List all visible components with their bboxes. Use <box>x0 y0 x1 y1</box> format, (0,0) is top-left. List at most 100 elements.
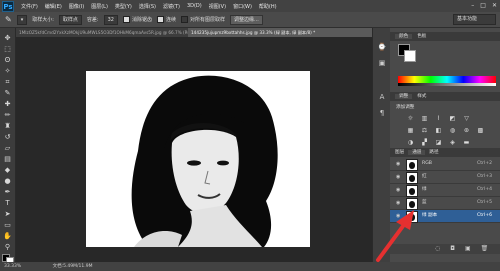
portrait-silhouette <box>131 75 278 247</box>
minimize-icon[interactable]: – <box>471 2 474 9</box>
sample-all-layers-checkbox[interactable]: 对所有图层取样 <box>181 16 225 23</box>
tab-adjustments[interactable]: 调整 <box>395 94 413 99</box>
character-panel-icon[interactable]: A <box>377 92 387 102</box>
eye-icon[interactable]: ◉ <box>396 187 400 193</box>
new-channel-icon[interactable]: ▣ <box>465 244 471 254</box>
dodge-tool-icon[interactable]: ● <box>3 177 12 186</box>
menu-file[interactable]: 文件(F) <box>21 3 38 10</box>
refine-edge-button[interactable]: 调整边缘... <box>230 14 263 25</box>
menu-layer[interactable]: 图层(L) <box>91 3 108 10</box>
tool-preset-picker[interactable]: ▾ <box>16 14 28 25</box>
options-bar: ✎ ▾ 取样大小: 取样点 容差: 32 消除锯齿 连续 对所有图层取样 调整边… <box>0 12 500 28</box>
selective-color-icon[interactable]: ◈ <box>448 138 457 147</box>
tab-layers[interactable]: 图层 <box>395 150 404 155</box>
menu-help[interactable]: 帮助(H) <box>259 3 277 10</box>
eye-icon[interactable]: ◉ <box>396 213 400 219</box>
menu-image[interactable]: 图像(I) <box>69 3 84 10</box>
menu-3d[interactable]: 3D(D) <box>187 3 202 9</box>
exposure-icon[interactable]: ◩ <box>448 114 457 123</box>
panel-icon-strip: ⌚ ▣ A ¶ <box>372 28 391 262</box>
contiguous-checkbox[interactable]: 连续 <box>157 16 176 23</box>
invert-icon[interactable]: ◑ <box>406 138 415 147</box>
grayscale-ramp[interactable] <box>398 83 496 86</box>
channel-shortcut: Ctrl+3 <box>477 174 492 179</box>
history-brush-icon[interactable]: ↺ <box>3 133 12 142</box>
black-white-icon[interactable]: ◧ <box>434 126 443 135</box>
load-selection-icon[interactable]: ◌ <box>435 244 440 254</box>
channel-row-red[interactable]: ◉ 红 Ctrl+3 <box>390 171 500 184</box>
menu-edit[interactable]: 编辑(E) <box>45 3 62 10</box>
zoom-level[interactable]: 33.33% <box>4 264 21 269</box>
tab-channels[interactable]: 通道 <box>408 150 426 155</box>
threshold-icon[interactable]: ◪ <box>434 138 443 147</box>
menu-type[interactable]: 类型(Y) <box>115 3 132 10</box>
channel-mixer-icon[interactable]: ⊛ <box>462 126 471 135</box>
eye-icon[interactable]: ◉ <box>396 200 400 206</box>
photo-filter-icon[interactable]: ◍ <box>448 126 457 135</box>
color-panel-header: 颜色 色板 <box>390 32 500 41</box>
posterize-icon[interactable]: ▞ <box>420 138 429 147</box>
channel-row-rgb[interactable]: ◉ RGB Ctrl+2 <box>390 158 500 171</box>
channel-row-green-copy[interactable]: ◉ 绿 副本 Ctrl+6 <box>390 210 500 223</box>
close-icon[interactable]: ✕ <box>492 2 497 9</box>
crop-tool-icon[interactable]: ⌗ <box>3 78 12 87</box>
brightness-icon[interactable]: ☼ <box>406 114 415 123</box>
eye-icon[interactable]: ◉ <box>396 174 400 180</box>
channel-name: 绿 副本 <box>422 213 438 218</box>
eyedropper-icon[interactable]: ✎ <box>3 89 12 98</box>
document-tab-1[interactable]: 1MIzOZ5kfdCmd2YxkXzMOkjU9uMWLS5O3Df1OHkM… <box>16 28 189 37</box>
paragraph-panel-icon[interactable]: ¶ <box>377 108 387 118</box>
eyedropper-tool-icon[interactable]: ✎ <box>5 15 12 24</box>
save-selection-icon[interactable]: ◘ <box>450 244 455 254</box>
blur-tool-icon[interactable]: ◆ <box>3 166 12 175</box>
tab-paths[interactable]: 路径 <box>429 150 438 155</box>
zoom-tool-icon[interactable]: ⚲ <box>3 243 12 252</box>
hand-tool-icon[interactable]: ✋ <box>3 232 12 241</box>
channel-row-green[interactable]: ◉ 绿 Ctrl+4 <box>390 184 500 197</box>
tolerance-input[interactable]: 32 <box>103 14 118 25</box>
move-tool-icon[interactable]: ✥ <box>3 34 12 43</box>
tab-swatches[interactable]: 色板 <box>417 34 426 39</box>
tools-panel: ✥ ⬚ ʘ ✧ ⌗ ✎ ✚ ✏ ♜ ↺ ▱ ▤ ◆ ● ✒ T ➤ ▭ ✋ ⚲ <box>0 28 16 263</box>
delete-channel-icon[interactable]: 🗑 <box>481 244 489 254</box>
channel-row-blue[interactable]: ◉ 蓝 Ctrl+5 <box>390 197 500 210</box>
tab-styles[interactable]: 样式 <box>417 94 426 99</box>
lasso-tool-icon[interactable]: ʘ <box>3 56 12 65</box>
gradient-map-icon[interactable]: ▬ <box>462 138 471 147</box>
history-panel-icon[interactable]: ⌚ <box>377 42 387 52</box>
pen-tool-icon[interactable]: ✒ <box>3 188 12 197</box>
antialias-checkbox[interactable]: 消除锯齿 <box>122 16 152 23</box>
menu-window[interactable]: 窗口(W) <box>233 3 252 10</box>
channel-name: RGB <box>422 161 432 166</box>
menu-view[interactable]: 视图(V) <box>209 3 226 10</box>
gradient-tool-icon[interactable]: ▤ <box>3 155 12 164</box>
healing-brush-icon[interactable]: ✚ <box>3 100 12 109</box>
vibrance-icon[interactable]: ▽ <box>462 114 471 123</box>
workspace-select[interactable]: 基本功能 <box>453 14 496 25</box>
color-spectrum[interactable] <box>398 76 496 83</box>
color-balance-icon[interactable]: ⚖ <box>420 126 429 135</box>
hue-saturation-icon[interactable]: ▦ <box>406 126 415 135</box>
shape-tool-icon[interactable]: ▭ <box>3 221 12 230</box>
levels-icon[interactable]: ▥ <box>420 114 429 123</box>
document-image[interactable] <box>86 71 310 247</box>
channel-thumbnail <box>406 159 418 171</box>
clone-stamp-icon[interactable]: ♜ <box>3 122 12 131</box>
maximize-icon[interactable]: □ <box>480 2 486 9</box>
brush-tool-icon[interactable]: ✏ <box>3 111 12 120</box>
properties-panel-icon[interactable]: ▣ <box>377 58 387 68</box>
background-swatch[interactable] <box>404 50 416 62</box>
eye-icon[interactable]: ◉ <box>396 161 400 167</box>
sample-size-select[interactable]: 取样点 <box>58 14 82 25</box>
color-lookup-icon[interactable]: ▩ <box>476 126 485 135</box>
path-selection-icon[interactable]: ➤ <box>3 210 12 219</box>
eraser-tool-icon[interactable]: ▱ <box>3 144 12 153</box>
magic-wand-tool-icon[interactable]: ✧ <box>3 67 12 76</box>
type-tool-icon[interactable]: T <box>3 199 12 208</box>
marquee-tool-icon[interactable]: ⬚ <box>3 45 12 54</box>
tab-color[interactable]: 颜色 <box>395 34 413 39</box>
document-tab-2[interactable]: 144235jujupmz9bxttahhs.jpg @ 33.3% (绿 副本… <box>188 28 374 37</box>
menu-filter[interactable]: 滤镜(T) <box>163 3 180 10</box>
menu-select[interactable]: 选择(S) <box>139 3 156 10</box>
curves-icon[interactable]: ⌇ <box>434 114 443 123</box>
